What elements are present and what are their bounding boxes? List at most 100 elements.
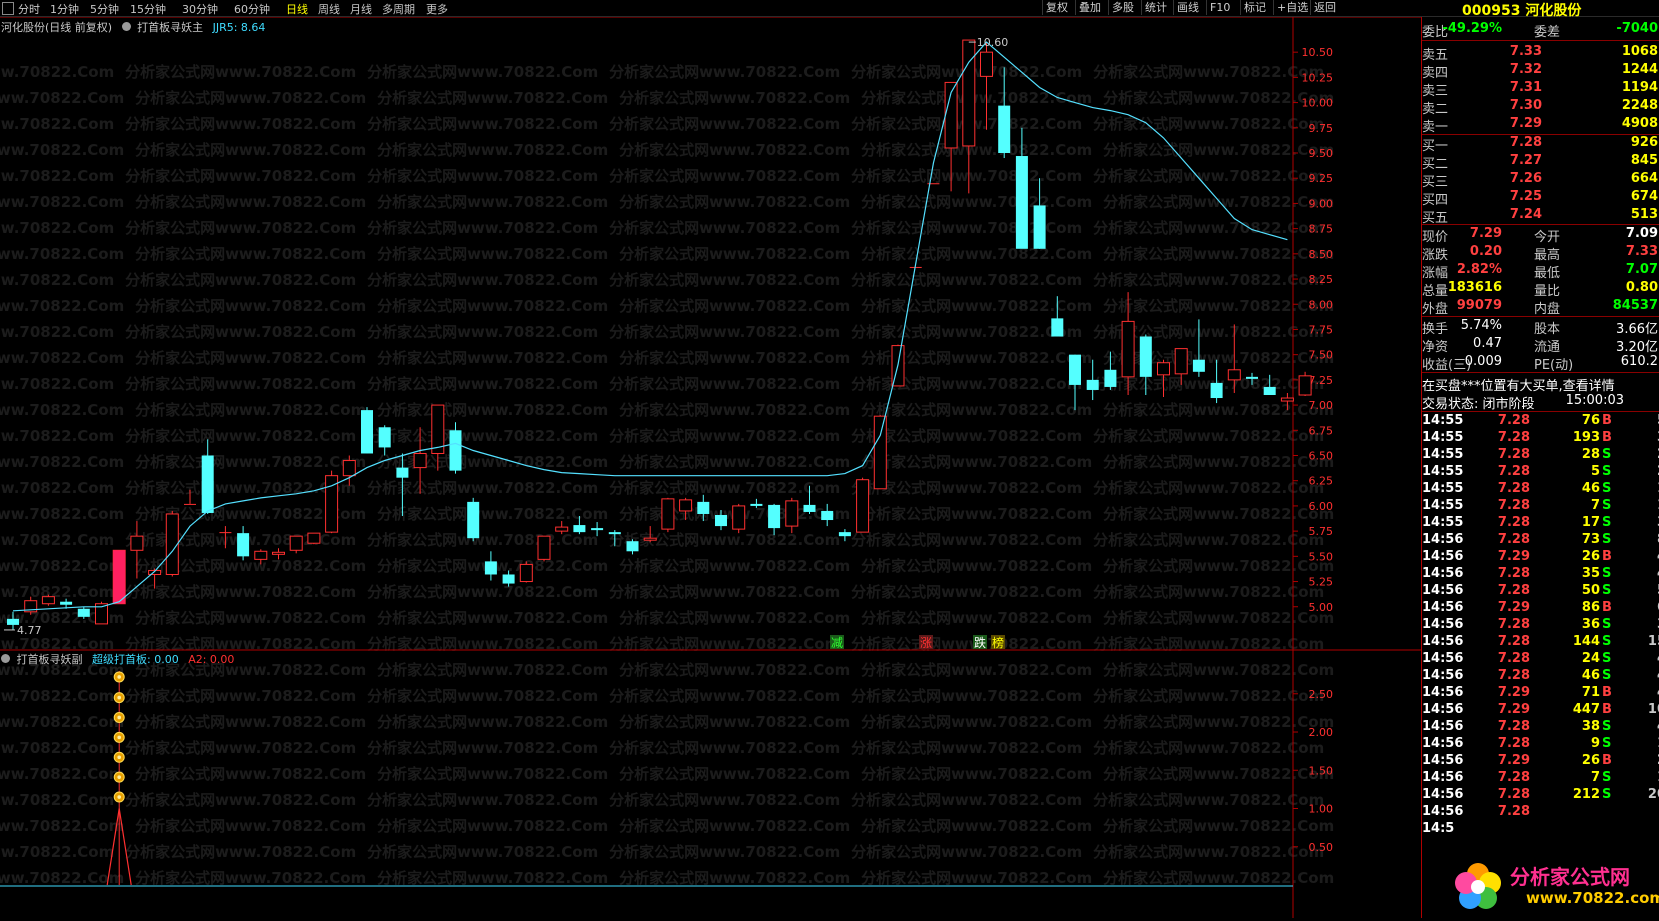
tab-3[interactable]: 15分钟 bbox=[130, 1, 166, 17]
ask-price: 7.32 bbox=[1509, 62, 1542, 77]
toolbar-button-0[interactable]: 复权 bbox=[1042, 0, 1071, 15]
stat-value: 0.009 bbox=[1464, 354, 1502, 369]
watermark-text: 分析家公式网www.70822.Com bbox=[0, 141, 124, 159]
signal-label: 跌 bbox=[974, 635, 986, 650]
tick-row: 14:567.2846S4 bbox=[1422, 668, 1659, 686]
watermark-text: 分析家公式网www.70822.Com bbox=[377, 765, 608, 783]
stat-label: 外盘 bbox=[1422, 302, 1449, 317]
price-tick-label: 8.75 bbox=[1309, 223, 1334, 236]
tab-0[interactable]: 分时 bbox=[18, 1, 40, 17]
stat-label: 今开 bbox=[1534, 230, 1561, 245]
watermark-text: 分析家公式网www.70822.Com bbox=[377, 297, 608, 315]
watermark-text: 分析家公式网www.70822.Com bbox=[367, 843, 598, 861]
watermark-text: 分析家公式网www.70822.Com bbox=[367, 739, 598, 757]
sub-tick-label: 2.50 bbox=[1309, 688, 1334, 701]
watermark-text: 分析家公式网www.70822.Com bbox=[851, 583, 1082, 601]
tick-row: 14:557.285S2 bbox=[1422, 464, 1659, 482]
tab-2[interactable]: 5分钟 bbox=[90, 1, 119, 17]
price-tick-label: 5.75 bbox=[1309, 525, 1334, 538]
tab-1[interactable]: 1分钟 bbox=[50, 1, 79, 17]
bid-price: 7.25 bbox=[1509, 189, 1542, 204]
tick-time: 14:55 bbox=[1422, 430, 1464, 445]
indicator-name[interactable]: 打首板寻妖主 bbox=[137, 21, 203, 34]
watermark-text: 分析家公式网www.70822.Com bbox=[619, 765, 850, 783]
tick-volume: 36 bbox=[1581, 617, 1600, 632]
tab-9[interactable]: 多周期 bbox=[382, 1, 415, 17]
watermark-text: 分析家公式网www.70822.Com bbox=[0, 89, 124, 107]
tick-time: 14:56 bbox=[1422, 685, 1464, 700]
ask-price: 7.30 bbox=[1509, 98, 1542, 113]
bid-row: 买二 7.27 845 bbox=[1422, 153, 1659, 172]
chart-area[interactable]: 分析家公式网www.70822.Com分析家公式网www.70822.Com分析… bbox=[0, 17, 1421, 918]
tick-price: 7.28 bbox=[1497, 736, 1530, 751]
price-tick-label: 7.75 bbox=[1309, 323, 1334, 336]
candle-body bbox=[1033, 205, 1046, 249]
candle bbox=[873, 415, 887, 490]
tick-price: 7.28 bbox=[1497, 413, 1530, 428]
watermark-text: 分析家公式网www.70822.Com bbox=[0, 557, 124, 575]
watermark-text: 分析家公式网www.70822.Com bbox=[1093, 583, 1324, 601]
candle-body bbox=[608, 532, 621, 535]
watermark-text: 分析家公式网www.70822.Com bbox=[1093, 687, 1324, 705]
tick-price: 7.28 bbox=[1497, 668, 1530, 683]
ask-label: 卖一 bbox=[1422, 120, 1449, 135]
watermark-text: 分析家公式网www.70822.Com bbox=[1093, 479, 1324, 497]
tab-10[interactable]: 更多 bbox=[426, 1, 448, 17]
kline-chart[interactable]: 分析家公式网www.70822.Com分析家公式网www.70822.Com分析… bbox=[0, 17, 1421, 918]
price-tick-label: 9.50 bbox=[1309, 147, 1334, 160]
sub-chart-title[interactable]: 打首板寻妖副 bbox=[17, 653, 83, 666]
tick-direction: S bbox=[1602, 634, 1612, 649]
toolbar-button-2[interactable]: 多股 bbox=[1108, 0, 1137, 15]
watermark-text: 分析家公式网www.70822.Com bbox=[0, 375, 114, 393]
tick-row: 14:56 7.29 447B 10 bbox=[1422, 702, 1659, 720]
tick-row: 14:567.2971B4 bbox=[1422, 685, 1659, 703]
watermark-text: 分析家公式网www.70822.Com bbox=[851, 323, 1082, 341]
watermark-text: 分析家公式网www.70822.Com bbox=[0, 323, 114, 341]
watermark-text: 分析家公式网www.70822.Com bbox=[0, 193, 124, 211]
tick-direction: S bbox=[1602, 736, 1612, 751]
tick-row: 14:567.287S1 bbox=[1422, 770, 1659, 788]
site-logo: 分析家公式网 www.70822.com bbox=[1448, 855, 1659, 918]
watermark-text: 分析家公式网www.70822.Com bbox=[861, 193, 1092, 211]
toolbar-button-1[interactable]: 叠加 bbox=[1075, 0, 1104, 15]
toolbar-button-3[interactable]: 统计 bbox=[1141, 0, 1170, 15]
indicator-circle-icon[interactable] bbox=[121, 22, 131, 31]
menu-box-icon[interactable] bbox=[2, 2, 14, 15]
stat-value: 84537 bbox=[1612, 298, 1658, 313]
price-tick-label: 5.00 bbox=[1309, 601, 1334, 614]
watermark-text: 分析家公式网www.70822.Com bbox=[609, 791, 840, 809]
watermark-text: 分析家公式网www.70822.Com bbox=[125, 271, 356, 289]
candle bbox=[289, 535, 303, 554]
big-order-message[interactable]: 在买盘***位置有大买单,查看详情 bbox=[1422, 375, 1659, 394]
watermark-text: 分析家公式网www.70822.Com bbox=[135, 349, 366, 367]
watermark-text: 分析家公式网www.70822.Com bbox=[0, 167, 114, 185]
toolbar-button-8[interactable]: 返回 bbox=[1310, 0, 1339, 15]
bid-row: 买五 7.24 513 bbox=[1422, 207, 1659, 226]
candle-body bbox=[60, 601, 73, 605]
watermark-text: 分析家公式网www.70822.Com bbox=[0, 479, 114, 497]
tab-8[interactable]: 月线 bbox=[350, 1, 372, 17]
bid-label: 买四 bbox=[1422, 193, 1449, 208]
bid-volume: 664 bbox=[1630, 171, 1658, 186]
candle-body bbox=[361, 410, 373, 454]
toolbar-button-6[interactable]: 标记 bbox=[1240, 0, 1269, 15]
toolbar-button-4[interactable]: 画线 bbox=[1173, 0, 1202, 15]
toolbar-button-7[interactable]: +自选 bbox=[1273, 0, 1311, 15]
stat-row: 外盘 99079 内盘 84537 bbox=[1422, 298, 1659, 317]
candle-body bbox=[555, 526, 569, 532]
watermark-text: 分析家公式网www.70822.Com bbox=[1093, 843, 1324, 861]
tick-volume: 5 bbox=[1590, 464, 1600, 479]
sub-indicator-circle-icon[interactable] bbox=[1, 654, 10, 663]
price-tick-label: 6.75 bbox=[1309, 424, 1334, 437]
tab-4[interactable]: 30分钟 bbox=[182, 1, 218, 17]
tab-6[interactable]: 日线 bbox=[286, 1, 308, 17]
signal-label: 榜 bbox=[992, 635, 1004, 650]
tick-volume: 86 bbox=[1581, 600, 1600, 615]
stat-row: 换手 5.74% 股本 3.66亿 bbox=[1422, 318, 1659, 337]
toolbar-button-5[interactable]: F10 bbox=[1206, 0, 1233, 15]
tick-row: 14:567.2926B4 bbox=[1422, 549, 1659, 567]
watermark-text: 分析家公式网www.70822.Com bbox=[861, 609, 1092, 627]
tab-5[interactable]: 60分钟 bbox=[234, 1, 270, 17]
tab-7[interactable]: 周线 bbox=[318, 1, 340, 17]
watermark-text: 分析家公式网www.70822.Com bbox=[619, 297, 850, 315]
